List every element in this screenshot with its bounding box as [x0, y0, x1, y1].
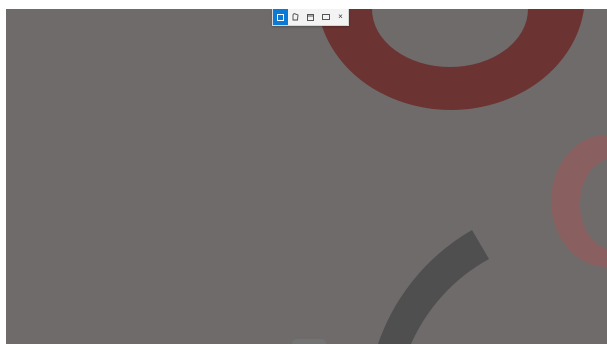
screen-capture-area[interactable]: ×	[6, 9, 607, 344]
close-icon: ×	[338, 12, 343, 21]
close-snip-button[interactable]: ×	[333, 9, 348, 25]
window-snip-button[interactable]	[303, 9, 318, 25]
rectangular-snip-button[interactable]	[273, 9, 288, 25]
rectangular-snip-icon	[277, 13, 284, 21]
bottom-tooltip-handle	[292, 339, 326, 344]
fullscreen-snip-icon	[321, 14, 330, 20]
fullscreen-snip-button[interactable]	[318, 9, 333, 25]
freeform-snip-button[interactable]	[288, 9, 303, 25]
snip-toolbar: ×	[272, 9, 349, 26]
freeform-snip-icon	[292, 13, 299, 21]
desktop-wallpaper	[6, 9, 607, 344]
window-snip-icon	[307, 13, 314, 21]
